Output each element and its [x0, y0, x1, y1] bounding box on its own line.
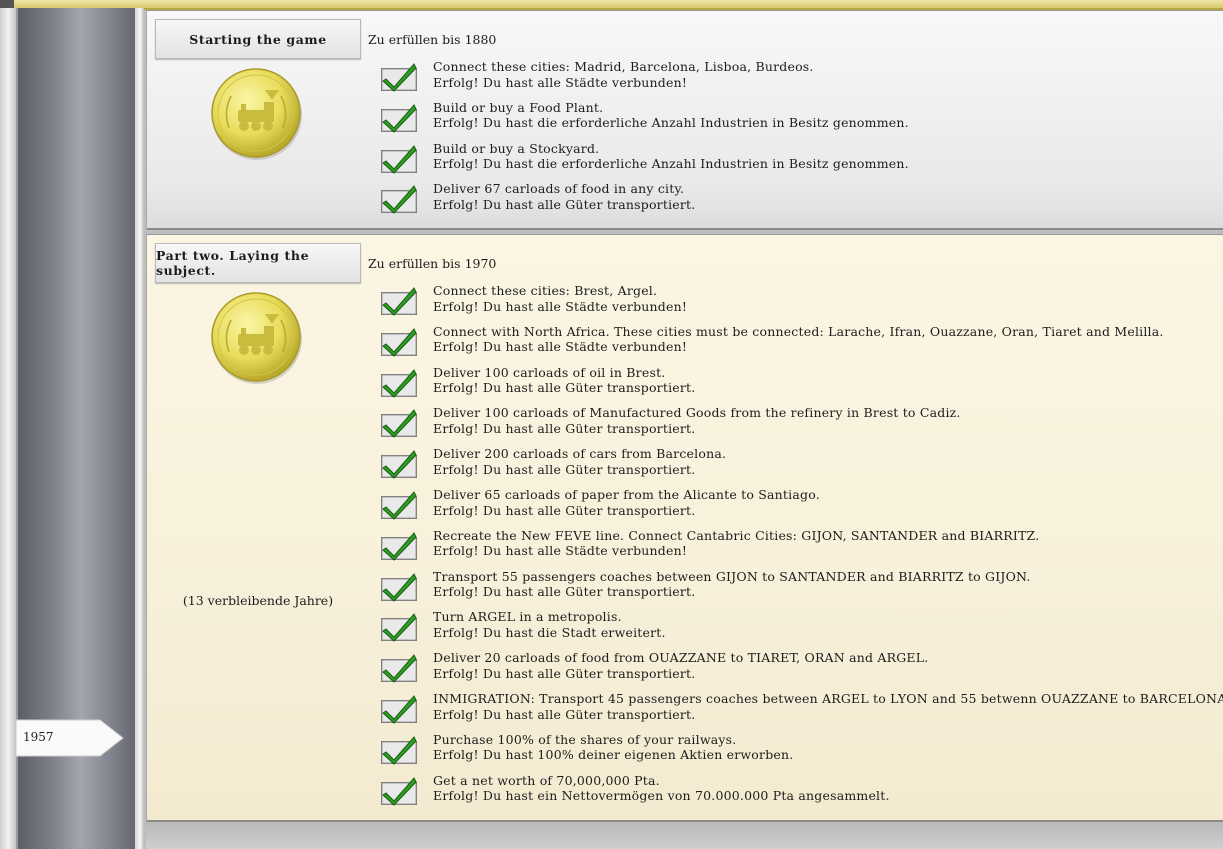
top-bar	[0, 0, 1223, 10]
section-part-two: Part two. Laying the subject. Zu erfülle…	[146, 234, 1223, 822]
checkmark-icon	[380, 286, 420, 316]
goal-status: Erfolg! Du hast alle Güter transportiert…	[433, 461, 696, 477]
goal-description: Transport 55 passengers coaches between …	[433, 568, 1031, 584]
checkmark-icon	[380, 62, 420, 92]
goal-item: Build or buy a Food Plant. Erfolg! Du ha…	[380, 100, 1220, 140]
remaining-years: (13 verbleibende Jahre)	[182, 593, 334, 608]
section-starting-the-game: Starting the game Zu erfüllen bis 1880 C…	[146, 10, 1223, 230]
goal-item: Turn ARGEL in a metropolis. Erfolg! Du h…	[380, 609, 1220, 649]
goal-description: Get a net worth of 70,000,000 Pta.	[433, 772, 660, 788]
goal-description: Connect these cities: Madrid, Barcelona,…	[433, 59, 814, 74]
checkmark-icon	[380, 449, 420, 479]
goal-status: Erfolg! Du hast alle Güter transportiert…	[433, 665, 696, 681]
goal-status: Erfolg! Du hast alle Güter transportiert…	[433, 196, 696, 212]
goal-description: Deliver 65 carloads of paper from the Al…	[433, 487, 820, 502]
checkmark-icon	[380, 184, 420, 215]
goal-description: INMIGRATION: Transport 45 passengers coa…	[433, 691, 1223, 706]
goal-status: Erfolg! Du hast die Stadt erweitert.	[433, 624, 666, 640]
goal-status: Erfolg! Du hast 100% deiner eigenen Akti…	[433, 747, 794, 763]
goal-description: Deliver 100 carloads of oil in Brest.	[433, 364, 666, 380]
goal-item: Get a net worth of 70,000,000 Pta. Erfol…	[380, 773, 1220, 813]
goal-item: Deliver 20 carloads of food from OUAZZAN…	[380, 650, 1220, 690]
checkmark-icon	[380, 531, 420, 561]
goal-item: Purchase 100% of the shares of your rail…	[380, 732, 1220, 772]
goal-description: Deliver 67 carloads of food in any city.	[433, 181, 685, 197]
goal-item: Build or buy a Stockyard. Erfolg! Du has…	[380, 141, 1220, 181]
section-deadline: Zu erfüllen bis 1970	[368, 256, 497, 271]
goal-item: Recreate the New FEVE line. Connect Cant…	[380, 528, 1220, 568]
goal-description: Build or buy a Stockyard.	[433, 140, 600, 156]
checkmark-icon	[380, 103, 420, 133]
goal-description: Recreate the New FEVE line. Connect Cant…	[433, 527, 1040, 543]
goal-item: Connect these cities: Madrid, Barcelona,…	[380, 59, 1220, 99]
goal-status: Erfolg! Du hast ein Nettovermögen von 70…	[433, 788, 890, 804]
checkmark-icon	[380, 368, 420, 398]
goal-item: INMIGRATION: Transport 45 passengers coa…	[380, 691, 1223, 731]
checkmark-icon	[380, 144, 420, 174]
goal-status: Erfolg! Du hast alle Güter transportiert…	[433, 380, 696, 396]
goal-status: Erfolg! Du hast alle Güter transportiert…	[433, 502, 696, 518]
goal-description: Purchase 100% of the shares of your rail…	[433, 731, 737, 747]
goal-item: Deliver 100 carloads of oil in Brest. Er…	[380, 365, 1220, 405]
goal-description: Connect with North Africa. These cities …	[433, 323, 1164, 339]
goal-status: Erfolg! Du hast alle Städte verbunden!	[433, 298, 688, 314]
goal-status: Erfolg! Du hast alle Städte verbunden!	[433, 339, 688, 355]
goal-description: Deliver 200 carloads of cars from Barcel…	[433, 446, 727, 462]
section-title-button[interactable]: Part two. Laying the subject.	[155, 243, 361, 283]
section-deadline: Zu erfüllen bis 1880	[368, 32, 497, 47]
goal-item: Deliver 100 carloads of Manufactured Goo…	[380, 405, 1220, 445]
goal-description: Deliver 20 carloads of food from OUAZZAN…	[433, 650, 929, 666]
checkmark-icon	[380, 572, 420, 602]
checkmark-icon	[380, 490, 420, 520]
year-marker[interactable]: 1957	[16, 719, 124, 757]
goal-status: Erfolg! Du hast die erforderliche Anzahl…	[433, 156, 909, 172]
goal-status: Erfolg! Du hast alle Güter transportiert…	[433, 420, 696, 436]
goal-item: Deliver 65 carloads of paper from the Al…	[380, 487, 1220, 527]
section-title-button[interactable]: Starting the game	[155, 19, 361, 59]
checkmark-icon	[380, 653, 420, 683]
checkmark-icon	[380, 735, 420, 765]
goal-status: Erfolg! Du hast alle Städte verbunden!	[433, 543, 688, 559]
goal-description: Turn ARGEL in a metropolis.	[433, 609, 622, 625]
goal-description: Build or buy a Food Plant.	[433, 99, 604, 115]
checkmark-icon	[380, 327, 420, 357]
current-year-label: 1957	[23, 730, 54, 744]
goal-item: Connect these cities: Brest, Argel. Erfo…	[380, 283, 1220, 323]
goal-status: Erfolg! Du hast alle Güter transportiert…	[433, 706, 696, 722]
locomotive-medal-icon	[209, 290, 305, 386]
locomotive-medal-icon	[209, 66, 305, 162]
checkmark-icon	[380, 612, 420, 643]
goal-description: Connect these cities: Brest, Argel.	[433, 283, 658, 298]
goal-status: Erfolg! Du hast alle Städte verbunden!	[433, 74, 688, 90]
checkmark-icon	[380, 694, 420, 724]
goal-item: Connect with North Africa. These cities …	[380, 324, 1220, 364]
goal-item: Deliver 67 carloads of food in any city.…	[380, 181, 1220, 221]
goal-item: Deliver 200 carloads of cars from Barcel…	[380, 446, 1220, 486]
outer-rail	[0, 8, 16, 849]
bottom-strip	[146, 823, 1223, 849]
goal-description: Deliver 100 carloads of Manufactured Goo…	[433, 405, 961, 421]
goal-status: Erfolg! Du hast die erforderliche Anzahl…	[433, 115, 909, 131]
checkmark-icon	[380, 408, 420, 439]
checkmark-icon	[380, 776, 420, 806]
goal-status: Erfolg! Du hast alle Güter transportiert…	[433, 584, 696, 600]
goal-item: Transport 55 passengers coaches between …	[380, 569, 1220, 609]
